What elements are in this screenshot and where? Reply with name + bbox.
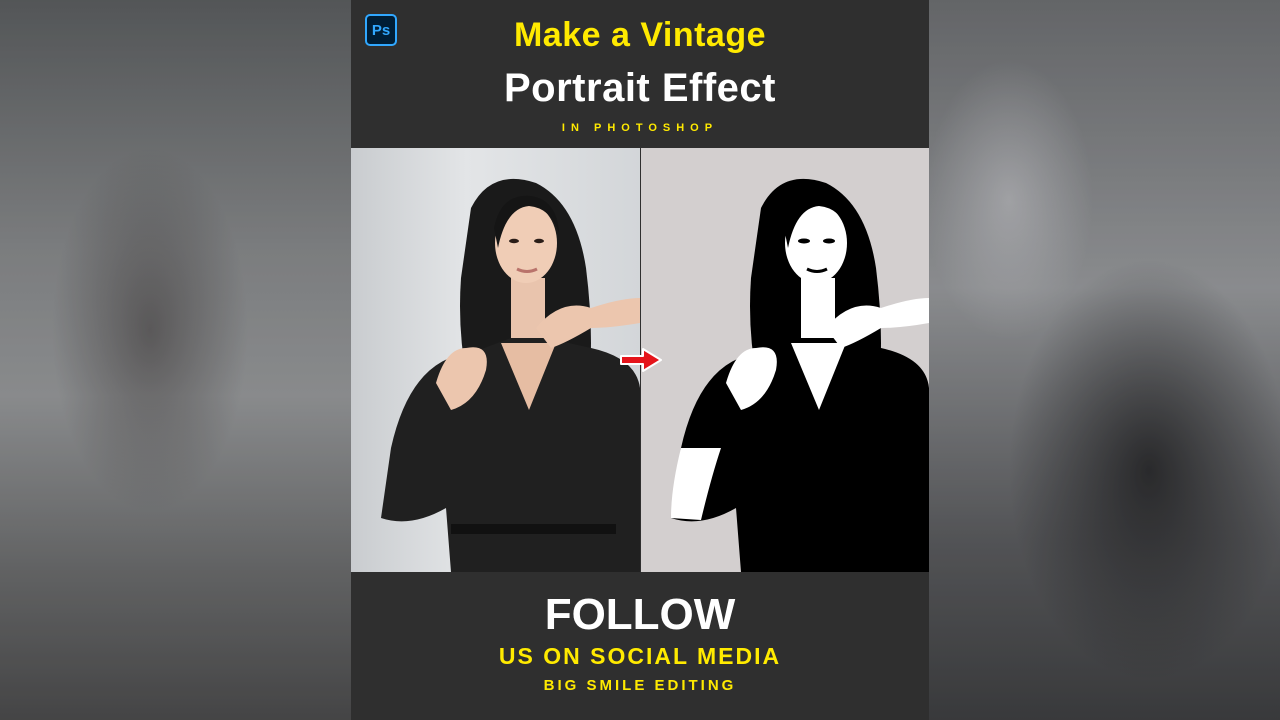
social-media-text: US ON SOCIAL MEDIA: [498, 643, 782, 669]
title-line-1: Make a Vintage: [513, 16, 767, 54]
right-arrow-icon: [620, 348, 662, 372]
portrait-original-illustration: [381, 178, 640, 572]
title-line-2: Portrait Effect: [504, 66, 776, 110]
thumbnail-poster: Ps Make a Vintage Portrait Effect IN PHO…: [351, 0, 929, 720]
blurred-background-right: [929, 0, 1280, 720]
follow-heading: FOLLOW: [544, 590, 736, 639]
subtitle: IN PHOTOSHOP: [561, 122, 719, 134]
channel-name: BIG SMILE EDITING: [543, 677, 737, 694]
before-after-comparison: [351, 148, 929, 572]
portrait-vintage-illustration: [671, 178, 929, 572]
after-photo: [641, 148, 929, 572]
blurred-background-left: [0, 0, 351, 720]
before-photo: [351, 148, 640, 572]
